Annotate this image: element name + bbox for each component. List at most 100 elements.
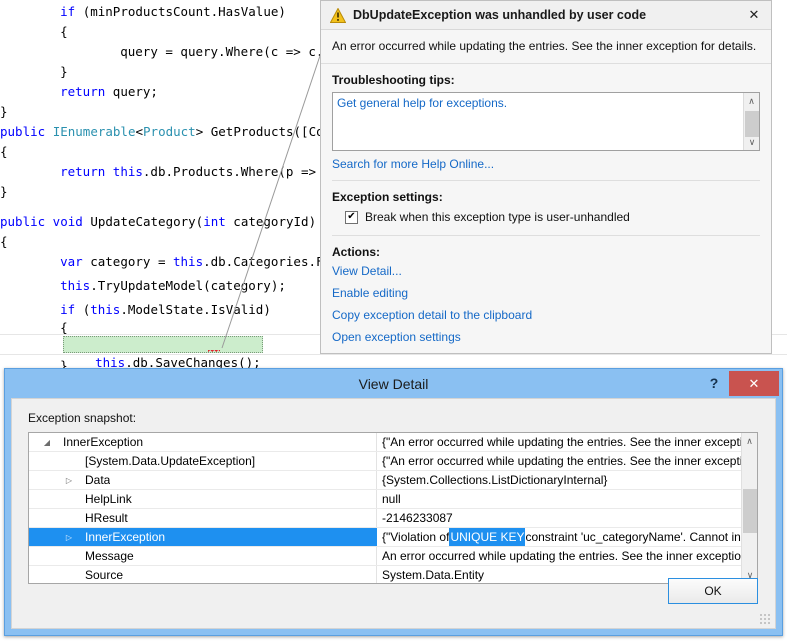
table-row[interactable]: HelpLink null [29,490,741,509]
code-token: > GetProducts([Con [196,124,331,139]
break-on-exception-label: Break when this exception type is user-u… [365,210,630,224]
row-value-prefix: {"Violation of [382,528,449,546]
exception-snapshot-grid[interactable]: ◢ InnerException {"An error occurred while… [28,432,758,584]
tip-link-general-help[interactable]: Get general help for exceptions. [333,93,759,110]
row-name-cell: ▷InnerException [29,528,377,546]
scroll-up-icon[interactable]: ∧ [742,433,757,449]
popup-divider-1 [332,180,760,181]
close-icon[interactable]: ✕ [729,371,779,396]
popup-divider-2 [332,235,760,236]
code-token: this [60,278,90,293]
troubleshooting-tips-listbox[interactable]: Get general help for exceptions. ∧ ∨ [332,92,760,151]
code-token: { [60,24,68,39]
row-name-label: InnerException [63,433,143,451]
exception-snapshot-rows[interactable]: ◢ InnerException {"An error occurred while… [29,433,741,583]
row-name-cell: Source [29,566,377,584]
row-name-label: HResult [85,509,128,527]
code-token: categoryId) [226,214,316,229]
grid-scrollbar-thumb[interactable] [743,489,757,533]
exception-snapshot-label: Exception snapshot: [28,411,136,425]
exception-popup-titlebar: DbUpdateException was unhandled by user … [321,1,771,30]
code-token: } [60,64,68,79]
exception-settings-heading: Exception settings: [332,190,760,204]
expander-icon[interactable]: ◢ [39,433,55,451]
code-token: this [173,254,203,269]
row-value-cell: An error occurred while updating the ent… [377,547,741,565]
code-token: if [60,4,75,19]
action-view-detail[interactable]: View Detail... [332,264,760,278]
resize-grip-icon[interactable] [759,613,770,624]
row-value-cell: null [377,490,741,508]
code-token: category = [83,254,173,269]
scroll-down-icon[interactable]: ∨ [744,134,760,150]
code-token: IEnumerable [53,124,136,139]
table-row[interactable]: ▷ Data {System.Collections.ListDictionaryI… [29,471,741,490]
row-value-highlight: UNIQUE KEY [449,528,525,546]
row-name-cell: HResult [29,509,377,527]
scroll-up-icon[interactable]: ∧ [744,93,759,109]
view-detail-client-area: Exception snapshot: ◢ InnerException {"An … [11,398,776,629]
action-enable-editing[interactable]: Enable editing [332,286,760,300]
code-token: .ModelState.IsValid) [120,302,271,317]
code-token: (minProductsCount.HasValue) [75,4,286,19]
view-detail-title: View Detail [5,376,782,392]
error-squiggle-icon [208,350,220,354]
code-token: public void [0,214,90,229]
troubleshooting-section: Troubleshooting tips: Get general help f… [321,64,771,344]
table-row[interactable]: SourceSystem.Data.Entity [29,566,741,584]
row-name-label: Message [85,547,134,565]
expander-icon[interactable]: ▷ [61,528,77,546]
code-token: return [60,84,105,99]
table-row[interactable]: ▷InnerException{"Violation of UNIQUE KEY… [29,528,741,547]
code-token: Product [143,124,196,139]
help-icon[interactable]: ? [703,372,725,394]
row-value-cell: {System.Collections.ListDictionaryIntern… [377,471,741,489]
row-value-cell: {"An error occurred while updating the e… [377,452,741,470]
table-row[interactable]: Message An error occurred while updating … [29,547,741,566]
row-name-cell: ▷ Data [29,471,377,489]
row-name-label: HelpLink [85,490,132,508]
code-token: if [60,302,75,317]
row-name-cell: HelpLink [29,490,377,508]
grid-scrollbar[interactable]: ∧ ∨ [741,433,757,583]
code-token: ( [75,302,90,317]
code-token: < [135,124,143,139]
close-icon[interactable]: ✕ [743,4,765,26]
row-name-cell: Message [29,547,377,565]
highlighted-statement[interactable]: this.db.SaveChanges(); [63,336,263,353]
code-token: UpdateCategory( [90,214,203,229]
code-token: return [60,164,113,179]
row-name-label: Data [85,471,110,489]
row-value-cell: {"An error occurred while updating the e… [377,433,741,451]
troubleshooting-heading: Troubleshooting tips: [332,73,760,87]
table-row[interactable]: [System.Data.UpdateException] {"An error … [29,452,741,471]
view-detail-titlebar[interactable]: View Detail ? ✕ [5,369,782,398]
ok-button[interactable]: OK [668,578,758,604]
view-detail-dialog[interactable]: View Detail ? ✕ Exception snapshot: ◢ Inn… [4,368,783,636]
code-token: { [0,144,8,159]
code-token: query; [105,84,158,99]
row-name-cell: [System.Data.UpdateException] [29,452,377,470]
code-token: { [60,320,68,335]
action-copy-exception-detail[interactable]: Copy exception detail to the clipboard [332,308,760,322]
row-value-cell: {"Violation of UNIQUE KEY constraint 'uc… [377,528,741,546]
exception-message: An error occurred while updating the ent… [321,30,771,64]
code-token: this [113,164,143,179]
code-token: { [0,234,8,249]
row-value-suffix: constraint 'uc_categoryName'. Cannot ins [525,528,741,546]
code-token: } [0,104,8,119]
code-token: this [90,302,120,317]
table-row[interactable]: HResult-2146233087 [29,509,741,528]
break-on-exception-checkbox[interactable]: ✔ [345,211,358,224]
exception-popup-title: DbUpdateException was unhandled by user … [353,8,743,22]
exception-assistant-popup[interactable]: DbUpdateException was unhandled by user … [320,0,772,354]
expander-icon[interactable]: ▷ [61,471,77,489]
search-help-online-link[interactable]: Search for more Help Online... [332,157,760,171]
action-open-exception-settings[interactable]: Open exception settings [332,330,760,344]
tips-scrollbar[interactable]: ∧ ∨ [743,93,759,150]
row-name-label: [System.Data.UpdateException] [85,452,255,470]
actions-heading: Actions: [332,245,760,259]
table-row[interactable]: ◢ InnerException {"An error occurred while… [29,433,741,452]
row-name-label: Source [85,566,123,584]
break-on-exception-row[interactable]: ✔ Break when this exception type is user… [332,210,760,224]
